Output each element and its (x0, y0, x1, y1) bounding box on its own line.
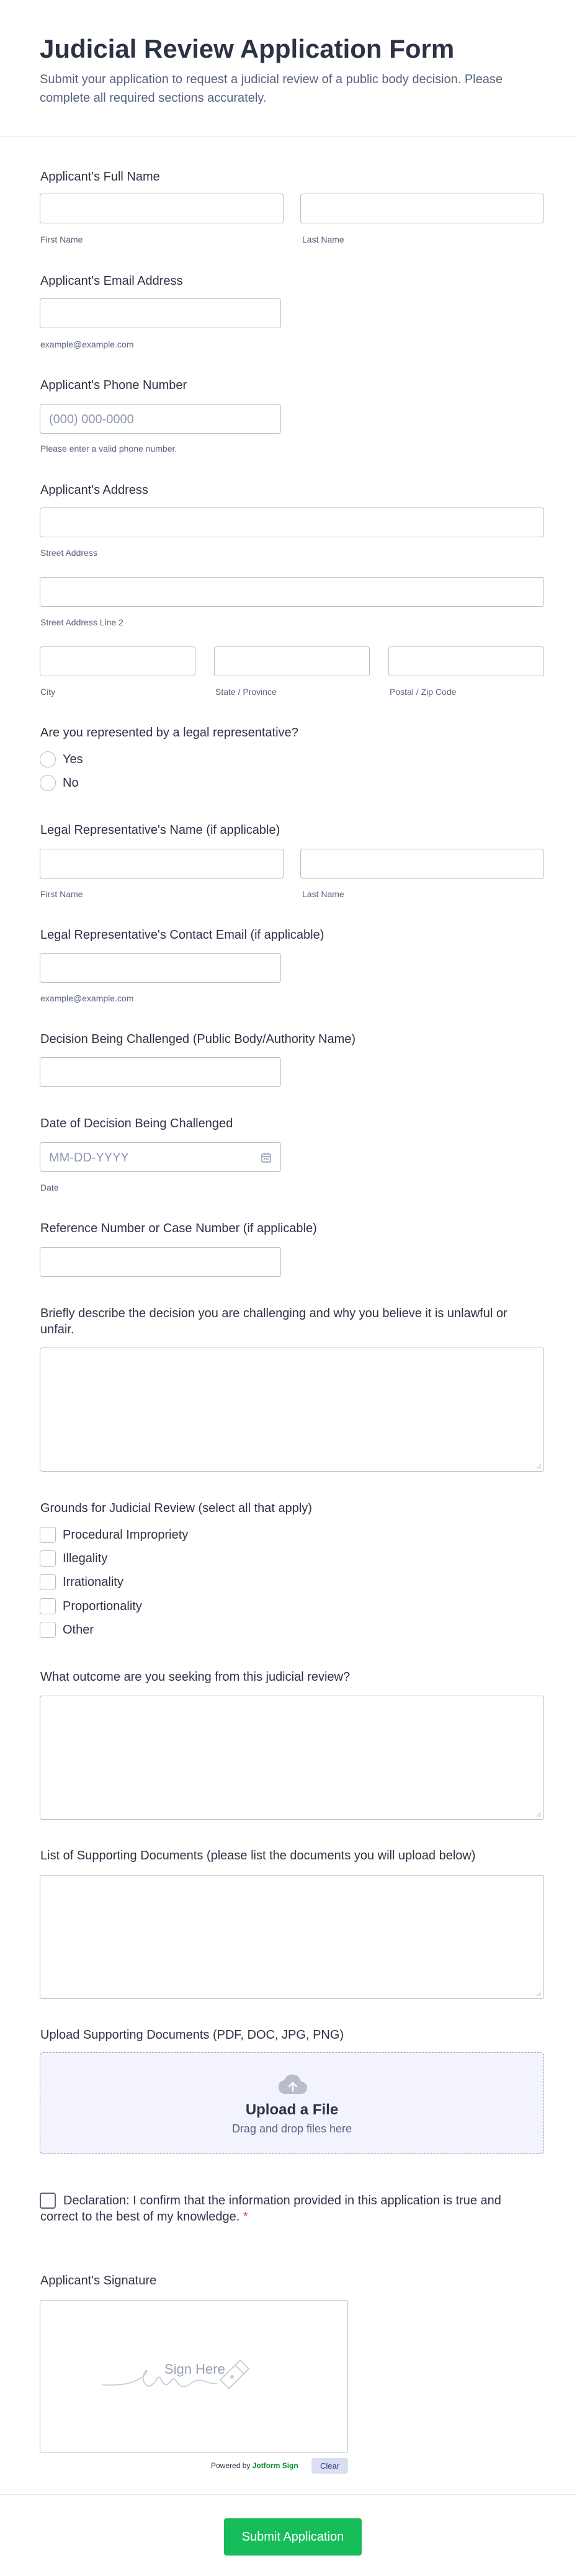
form-header: Judicial Review Application Form Submit … (0, 0, 577, 136)
radio-no[interactable] (40, 775, 56, 791)
rep-first-name-sublabel: First Name (40, 889, 83, 899)
applicant-first-name-input[interactable] (40, 194, 284, 223)
required-asterisk: * (243, 2210, 248, 2224)
cloud-upload-icon (279, 2074, 307, 2095)
checkbox-irrationality[interactable] (40, 1574, 56, 1590)
checkbox-proportionality-label: Proportionality (63, 1599, 142, 1613)
grounds-label: Grounds for Judicial Review (select all … (40, 1501, 312, 1515)
city-sublabel: City (40, 687, 56, 697)
reference-label: Reference Number or Case Number (if appl… (40, 1222, 317, 1235)
radio-yes[interactable] (40, 751, 56, 767)
zip-sublabel: Postal / Zip Code (390, 687, 457, 697)
rep-last-name-sublabel: Last Name (302, 889, 344, 899)
upload-title: Upload a File (245, 2101, 339, 2118)
representation-label: Are you represented by a legal represent… (40, 726, 298, 740)
decision-body-input[interactable] (40, 1057, 281, 1087)
checkbox-illegality[interactable] (40, 1550, 56, 1567)
applicant-email-input[interactable] (40, 298, 281, 328)
declaration-text-wrap: Declaration: I confirm that the informat… (40, 2193, 512, 2225)
zip-input[interactable] (388, 646, 544, 676)
phone-placeholder: (000) 000-0000 (49, 413, 134, 426)
first-name-sublabel: First Name (40, 235, 83, 244)
documents-list-textarea[interactable] (40, 1875, 544, 1999)
street-address-line2-input[interactable] (40, 577, 544, 607)
checkbox-procedural-impropriety-label: Procedural Impropriety (63, 1528, 189, 1542)
resize-handle-icon[interactable] (535, 1811, 542, 1817)
applicant-email-label: Applicant's Email Address (40, 274, 183, 288)
decision-date-sublabel: Date (40, 1183, 59, 1192)
decision-date-input[interactable]: MM-DD-YYYY (40, 1142, 281, 1172)
description-label: Briefly describe the decision you are ch… (40, 1307, 508, 1336)
upload-label: Upload Supporting Documents (PDF, DOC, J… (40, 2028, 344, 2042)
powered-by-text: Powered by (211, 2461, 251, 2470)
jotform-sign-brand: Jotform Sign (252, 2461, 298, 2470)
outcome-textarea[interactable] (40, 1696, 544, 1820)
checkbox-other[interactable] (40, 1622, 56, 1638)
applicant-name-label: Applicant's Full Name (40, 170, 160, 184)
rep-last-name-input[interactable] (300, 849, 544, 879)
outcome-label: What outcome are you seeking from this j… (40, 1670, 351, 1684)
applicant-last-name-input[interactable] (300, 194, 544, 223)
signature-label: Applicant's Signature (40, 2274, 157, 2288)
footer-divider (0, 2494, 577, 2495)
submit-button[interactable]: Submit Application (224, 2518, 362, 2556)
radio-no-label: No (63, 776, 79, 790)
form-subtitle: Submit your application to request a jud… (40, 73, 503, 105)
powered-by: Powered by Jotform Sign (211, 2461, 298, 2470)
rep-email-sublabel: example@example.com (40, 993, 134, 1003)
applicant-phone-label: Applicant's Phone Number (40, 378, 187, 392)
upload-subtitle: Drag and drop files here (231, 2122, 352, 2135)
checkbox-illegality-label: Illegality (63, 1552, 108, 1565)
street-address-line2-sublabel: Street Address Line 2 (40, 617, 123, 627)
last-name-sublabel: Last Name (302, 235, 344, 244)
rep-email-label: Legal Representative's Contact Email (if… (40, 928, 324, 942)
decision-body-label: Decision Being Challenged (Public Body/A… (40, 1032, 356, 1046)
state-input[interactable] (214, 646, 370, 676)
checkbox-procedural-impropriety[interactable] (40, 1527, 56, 1543)
street-address-input[interactable] (40, 508, 544, 537)
checkbox-irrationality-label: Irrationality (63, 1575, 123, 1589)
applicant-phone-sublabel: Please enter a valid phone number. (40, 444, 177, 454)
signature-scribble-icon (102, 2359, 250, 2390)
file-upload-dropzone[interactable]: Upload a File Drag and drop files here (40, 2052, 544, 2154)
calendar-icon[interactable] (261, 1152, 272, 1163)
reference-input[interactable] (40, 1247, 281, 1277)
signature-pad[interactable]: Sign Here (40, 2300, 348, 2453)
address-label: Applicant's Address (40, 483, 148, 497)
resize-handle-icon[interactable] (535, 1463, 542, 1469)
checkbox-other-label: Other (63, 1623, 94, 1637)
decision-date-label: Date of Decision Being Challenged (40, 1117, 233, 1130)
clear-signature-button[interactable]: Clear (311, 2458, 348, 2474)
rep-email-input[interactable] (40, 953, 281, 983)
checkbox-proportionality[interactable] (40, 1598, 56, 1614)
declaration-text: Declaration: I confirm that the informat… (40, 2194, 501, 2224)
resize-handle-icon[interactable] (535, 1990, 542, 1997)
rep-name-label: Legal Representative's Name (if applicab… (40, 823, 280, 837)
applicant-phone-input[interactable]: (000) 000-0000 (40, 404, 281, 434)
state-sublabel: State / Province (215, 687, 277, 697)
date-placeholder: MM-DD-YYYY (49, 1151, 129, 1165)
radio-yes-label: Yes (63, 753, 83, 766)
city-input[interactable] (40, 646, 195, 676)
documents-list-label: List of Supporting Documents (please lis… (40, 1849, 476, 1863)
form-title: Judicial Review Application Form (40, 34, 455, 63)
rep-first-name-input[interactable] (40, 849, 284, 879)
applicant-email-sublabel: example@example.com (40, 339, 134, 349)
description-textarea[interactable] (40, 1348, 544, 1472)
street-address-sublabel: Street Address (40, 548, 97, 558)
